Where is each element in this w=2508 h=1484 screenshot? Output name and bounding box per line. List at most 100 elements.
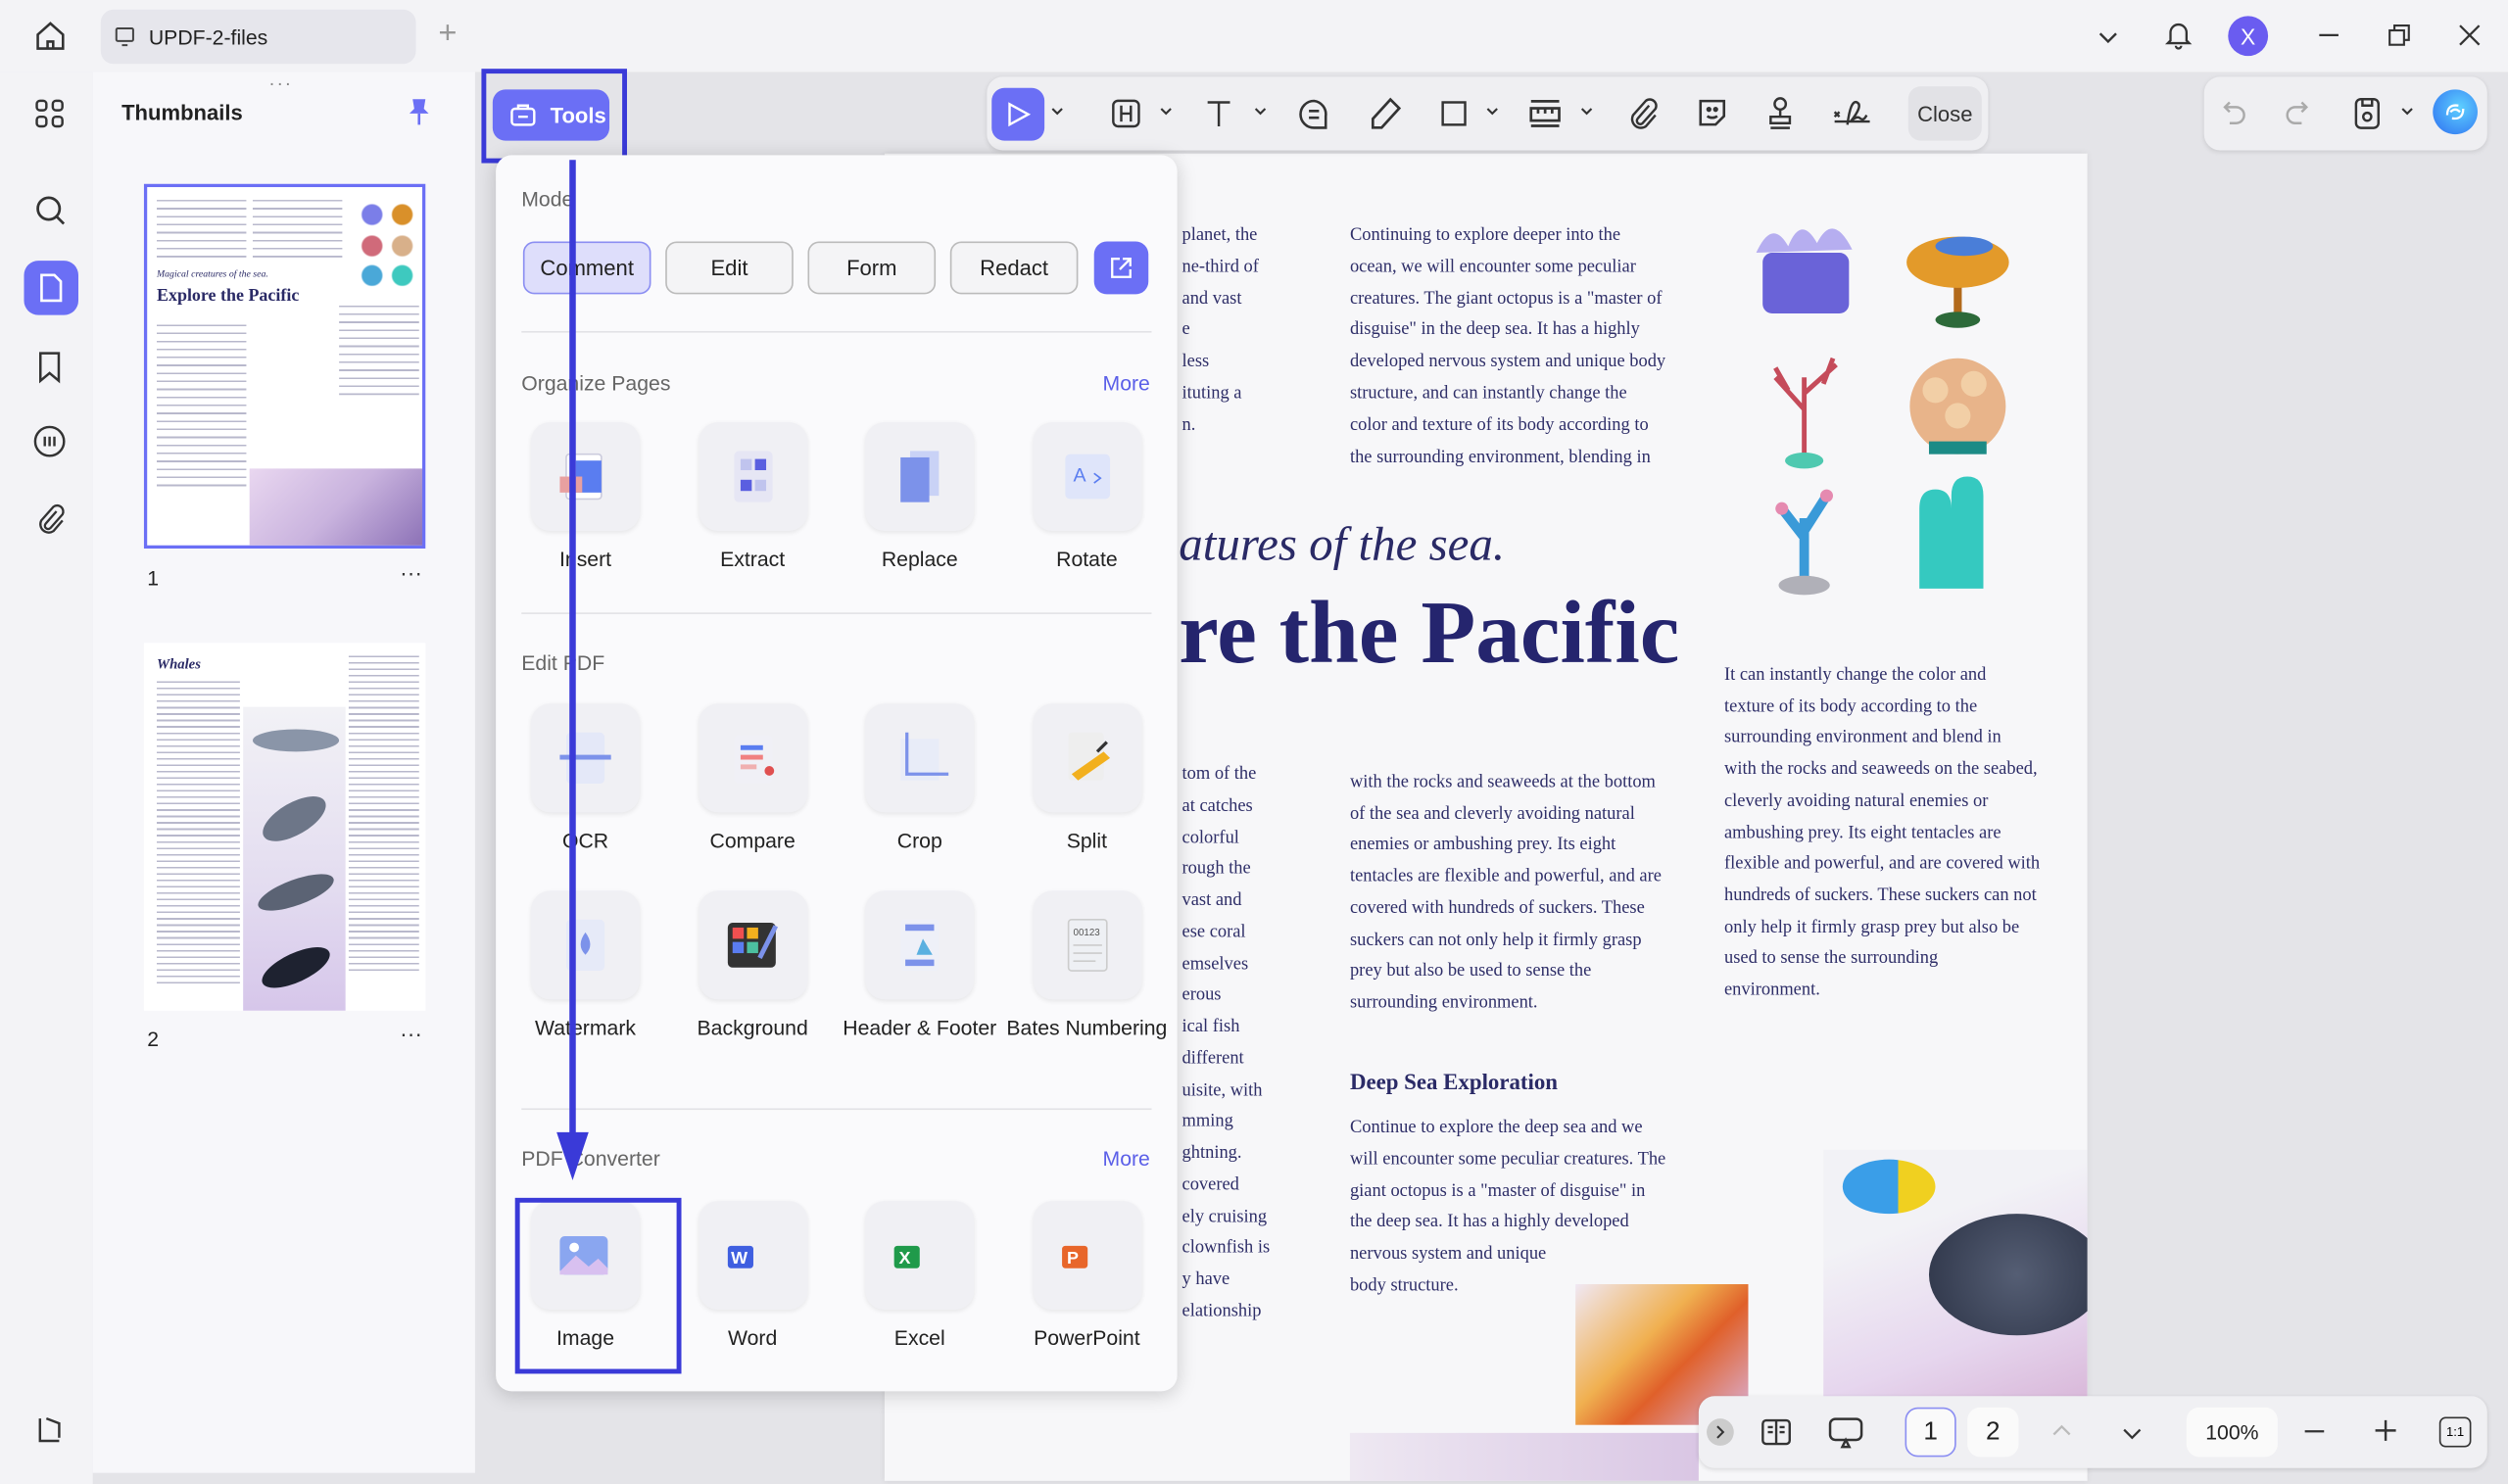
organize-more-link[interactable]: More [1103, 371, 1150, 395]
search-icon[interactable] [33, 194, 67, 227]
thumbnail-more-button[interactable]: ··· [400, 559, 422, 585]
zoom-in-icon[interactable] [2374, 1418, 2397, 1442]
tool-compare[interactable]: Compare [669, 703, 836, 853]
text-line: elationship [1182, 1302, 1262, 1321]
thumbnail-page-2[interactable]: Whales [144, 643, 425, 1011]
chevron-down-icon[interactable] [1158, 104, 1174, 120]
home-icon[interactable] [33, 20, 67, 53]
text-line: ese coral [1182, 923, 1246, 942]
restore-icon[interactable] [2387, 23, 2412, 48]
actual-size-button[interactable]: 1:1 [2439, 1417, 2472, 1448]
layers-icon[interactable] [33, 1413, 66, 1446]
chevron-down-icon[interactable] [1252, 104, 1268, 120]
open-external-button[interactable] [1094, 242, 1149, 295]
tool-word[interactable]: WWord [669, 1201, 836, 1351]
expand-button[interactable] [1707, 1418, 1734, 1446]
signature-icon[interactable] [1831, 96, 1872, 131]
page-button-1[interactable]: 1 [1905, 1408, 1955, 1458]
excel-icon: X [865, 1201, 974, 1310]
avatar[interactable]: X [2228, 16, 2268, 56]
thumbnail-more-button[interactable]: ··· [400, 1021, 422, 1046]
text-line: cleverly avoiding natural enemies or [1724, 791, 1988, 811]
text-line: tentacles are flexible and powerful, and… [1350, 867, 1662, 886]
select-tool-button[interactable] [991, 88, 1044, 141]
tool-split[interactable]: Split [1003, 703, 1170, 853]
measure-tool-icon[interactable] [1527, 96, 1563, 131]
tool-bates-numbering[interactable]: 00123Bates Numbering [1003, 890, 1170, 1040]
chevron-down-icon[interactable] [1049, 104, 1065, 120]
bell-icon[interactable] [2162, 20, 2194, 52]
chevron-down-icon[interactable] [1484, 104, 1500, 120]
new-tab-button[interactable]: + [438, 16, 457, 53]
close-window-icon[interactable] [2457, 23, 2483, 48]
chevron-down-icon[interactable] [1578, 104, 1594, 120]
text-line: surrounding environment and blend in [1724, 728, 2002, 747]
text-line: y have [1182, 1270, 1230, 1290]
text-line: with the rocks and seaweeds at the botto… [1350, 773, 1656, 792]
thumbnail-page-1[interactable]: Magical creatures of the sea. Explore th… [144, 184, 425, 549]
text-tool-icon[interactable] [1201, 98, 1236, 130]
attachment-icon[interactable] [35, 503, 66, 536]
apps-grid-icon[interactable] [33, 98, 66, 130]
ai-swirl-icon [2442, 99, 2468, 124]
text-line: flexible and powerful, and are covered w… [1724, 854, 2040, 874]
header-footer-icon [865, 890, 974, 999]
mode-edit-button[interactable]: Edit [665, 242, 794, 295]
previous-page-icon[interactable] [2050, 1420, 2073, 1443]
comment-tool-icon[interactable] [1297, 98, 1330, 131]
text-line: uisite, with [1182, 1080, 1263, 1100]
chevron-down-icon[interactable] [2096, 24, 2121, 49]
text-line: Continuing to explore deeper into the [1350, 225, 1620, 245]
text-line: ely cruising [1182, 1207, 1268, 1226]
close-toolbar-button[interactable]: Close [1908, 86, 1982, 141]
thumb-subtitle: Magical creatures of the sea. [157, 270, 268, 280]
tool-label: PowerPoint [1003, 1324, 1170, 1352]
document-subtitle: atures of the sea. [1179, 518, 1505, 573]
highlight-tool-icon[interactable] [1110, 98, 1142, 130]
tool-powerpoint[interactable]: PPowerPoint [1003, 1201, 1170, 1351]
presentation-icon[interactable] [1826, 1415, 1864, 1451]
mode-form-button[interactable]: Form [807, 242, 936, 295]
page-button-2[interactable]: 2 [1967, 1408, 2018, 1458]
thumb-text [349, 655, 419, 976]
converter-more-link[interactable]: More [1103, 1147, 1150, 1171]
two-page-view-icon[interactable] [1760, 1415, 1793, 1449]
next-page-icon[interactable] [2121, 1421, 2144, 1444]
pencil-tool-icon[interactable] [1368, 96, 1403, 131]
compare-icon [699, 703, 807, 812]
comment-list-icon[interactable] [32, 424, 68, 459]
tool-crop[interactable]: Crop [837, 703, 1003, 853]
save-icon[interactable] [2351, 96, 2384, 131]
text-line: environment. [1724, 981, 1820, 1000]
mode-redact-button[interactable]: Redact [950, 242, 1079, 295]
stamp-icon[interactable] [1764, 96, 1797, 131]
tool-background[interactable]: Background [669, 890, 836, 1040]
divider [521, 612, 1151, 614]
tool-excel[interactable]: XExcel [837, 1201, 1003, 1351]
bookmark-icon[interactable] [35, 351, 64, 384]
tool-replace[interactable]: Replace [837, 422, 1003, 572]
zoom-out-icon[interactable] [2303, 1420, 2326, 1443]
chevron-down-icon[interactable] [2399, 104, 2415, 120]
ai-assistant-button[interactable] [2433, 89, 2478, 134]
redo-icon[interactable] [2283, 98, 2311, 126]
undo-icon[interactable] [2220, 98, 2248, 126]
coral-images [1740, 217, 2044, 598]
panel-resize-handle[interactable]: ··· [268, 72, 292, 94]
tool-rotate[interactable]: ARotate [1003, 422, 1170, 572]
tool-extract[interactable]: Extract [669, 422, 836, 572]
minimize-icon[interactable] [2316, 23, 2341, 48]
text-line: colorful [1182, 828, 1239, 847]
text-line: enemies or ambushing prey. Its eight [1350, 836, 1616, 855]
tool-label: Word [669, 1324, 836, 1352]
pin-icon[interactable] [407, 98, 432, 126]
right-toolbar [2204, 76, 2487, 150]
zoom-level[interactable]: 100% [2187, 1408, 2278, 1458]
highlight-annotation-tools [481, 69, 627, 163]
tool-header-footer[interactable]: Header & Footer [837, 890, 1003, 1040]
paperclip-icon[interactable] [1626, 96, 1659, 131]
sticker-icon[interactable] [1696, 96, 1729, 129]
thumbnails-sidebar-button[interactable] [24, 261, 78, 315]
document-tab[interactable]: UPDF-2-files [101, 10, 416, 65]
rectangle-tool-icon[interactable] [1438, 98, 1471, 130]
